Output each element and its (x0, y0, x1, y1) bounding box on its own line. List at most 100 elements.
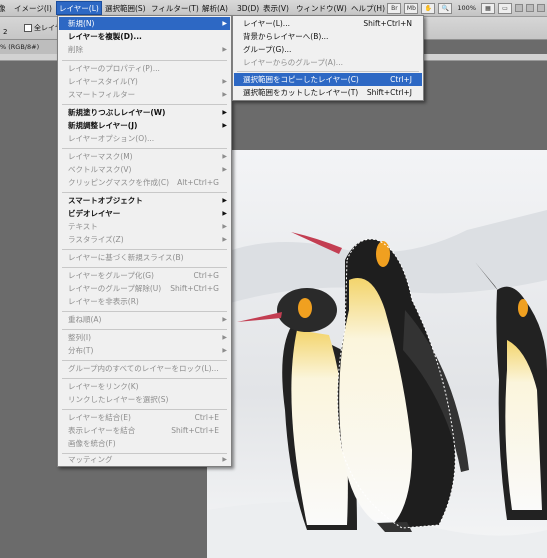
menu-item-delete[interactable]: 削除 ▶ (59, 43, 230, 56)
menu-item-merge-layers[interactable]: レイヤーを結合(E) Ctrl+E (59, 411, 230, 424)
menu-select[interactable]: 選択範囲(S) (105, 3, 146, 14)
submenu-arrow-icon: ▶ (222, 347, 227, 354)
submenu-arrow-icon: ▶ (222, 153, 227, 160)
menu-item-label: 重ね順(A) (68, 315, 102, 324)
menu-item-lock-all-layers-in-group[interactable]: グループ内のすべてのレイヤーをロック(L)... (59, 362, 230, 375)
menu-item-label: リンクしたレイヤーを選択(S) (68, 395, 169, 404)
menu-item-select-linked-layers[interactable]: リンクしたレイヤーを選択(S) (59, 393, 230, 406)
submenu-item-shortcut: Shift+Ctrl+N (363, 19, 412, 28)
zoom-level[interactable]: 100% (457, 4, 476, 12)
menu-item-vector-mask[interactable]: ベクトルマスク(V) ▶ (59, 163, 230, 176)
menu-item-merge-visible[interactable]: 表示レイヤーを結合 Shift+Ctrl+E (59, 424, 230, 437)
menu-item-new-adjustment-layer[interactable]: 新規調整レイヤー(J) ▶ (59, 119, 230, 132)
menu-separator (62, 311, 227, 312)
submenu-item-label: レイヤーからのグループ(A)... (243, 58, 343, 67)
menu-item-new-layer-based-slice[interactable]: レイヤーに基づく新規スライス(B) (59, 251, 230, 264)
minimize-button[interactable] (515, 4, 523, 12)
menu-layer[interactable]: レイヤー(L) (56, 1, 102, 15)
menu-item-layer-style[interactable]: レイヤースタイル(Y) ▶ (59, 75, 230, 88)
menu-item-label: 整列(I) (68, 333, 92, 342)
submenu-item-label: グループ(G)... (243, 45, 292, 54)
menu-item-new[interactable]: 新規(N) ▶ (59, 17, 230, 30)
menu-item-shortcut: Shift+Ctrl+G (170, 284, 219, 293)
menu-image-partial[interactable]: 像 (0, 3, 6, 14)
menu-item-shortcut: Shift+Ctrl+E (171, 426, 219, 435)
menu-item-label: レイヤーを非表示(R) (68, 297, 139, 306)
menu-item-label: ベクトルマスク(V) (68, 165, 132, 174)
menu-item-layer-mask[interactable]: レイヤーマスク(M) ▶ (59, 150, 230, 163)
menu-separator (62, 249, 227, 250)
menu-item-align[interactable]: 整列(I) ▶ (59, 331, 230, 344)
menu-item-group-layers[interactable]: レイヤーをグループ化(G) Ctrl+G (59, 269, 230, 282)
submenu-item-layer-from-background[interactable]: 背景からレイヤーへ(B)... (234, 30, 422, 43)
menu-separator (62, 267, 227, 268)
menu-item-video-layer[interactable]: ビデオレイヤー ▶ (59, 207, 230, 220)
layer-menu: 新規(N) ▶ レイヤーを複製(D)... 削除 ▶ レイヤーのプロパティ(P)..… (57, 15, 232, 467)
menu-view[interactable]: 表示(V) (263, 3, 289, 14)
menu-item-text[interactable]: テキスト ▶ (59, 220, 230, 233)
submenu-item-layer-via-cut[interactable]: 選択範囲をカットしたレイヤー(T) Shift+Ctrl+J (234, 86, 422, 99)
menu-item-label: 新規塗りつぶしレイヤー(W) (68, 108, 166, 117)
restore-button[interactable] (526, 4, 534, 12)
menu-item-label: 新規調整レイヤー(J) (68, 121, 138, 130)
menu-filter[interactable]: フィルター(T) (151, 3, 199, 14)
menu-item-link-layers[interactable]: レイヤーをリンク(K) (59, 380, 230, 393)
all-layers-checkbox[interactable] (24, 24, 32, 32)
submenu-item-label: 背景からレイヤーへ(B)... (243, 32, 329, 41)
close-button[interactable] (537, 4, 545, 12)
new-submenu: レイヤー(L)... Shift+Ctrl+N 背景からレイヤーへ(B)... グ… (232, 15, 424, 101)
menu-item-layer-properties[interactable]: レイヤーのプロパティ(P)... (59, 62, 230, 75)
submenu-item-layer[interactable]: レイヤー(L)... Shift+Ctrl+N (234, 17, 422, 30)
menu-item-label: 分布(T) (68, 346, 94, 355)
menu-analysis[interactable]: 解析(A) (202, 3, 228, 14)
menu-item-label: テキスト (68, 222, 98, 231)
menu-separator (62, 378, 227, 379)
submenu-item-label: 選択範囲をカットしたレイヤー(T) (243, 88, 359, 97)
menu-item-matting[interactable]: マッティング ▶ (59, 453, 230, 466)
menu-item-shortcut: Ctrl+G (193, 271, 219, 280)
menu-item-new-fill-layer[interactable]: 新規塗りつぶしレイヤー(W) ▶ (59, 106, 230, 119)
menu-item-label: 新規(N) (68, 19, 95, 28)
submenu-arrow-icon: ▶ (222, 236, 227, 243)
menu-item-label: レイヤーをグループ化(G) (68, 271, 154, 280)
menu-item-flatten-image[interactable]: 画像を統合(F) (59, 437, 230, 450)
submenu-arrow-icon: ▶ (222, 46, 227, 53)
submenu-item-layer-via-copy[interactable]: 選択範囲をコピーしたレイヤー(C) Ctrl+J (234, 73, 422, 86)
menu-item-hide-layers[interactable]: レイヤーを非表示(R) (59, 295, 230, 308)
submenu-item-shortcut: Shift+Ctrl+J (366, 88, 412, 97)
menu-item-label: レイヤーをリンク(K) (68, 382, 139, 391)
menu-help[interactable]: ヘルプ(H) (351, 3, 385, 14)
menu-item-ungroup-layers[interactable]: レイヤーのグループ解除(U) Shift+Ctrl+G (59, 282, 230, 295)
menu-separator (62, 409, 227, 410)
submenu-item-group-from-layers[interactable]: レイヤーからのグループ(A)... (234, 56, 422, 69)
menu-item-label: ビデオレイヤー (68, 209, 121, 218)
menu-item-label: 削除 (68, 45, 83, 54)
zoom-tool-icon[interactable]: 🔍 (438, 2, 453, 14)
menu-item-layer-options[interactable]: レイヤーオプション(O)... (59, 132, 230, 145)
menu-separator (62, 192, 227, 193)
bridge-icon[interactable]: Br (387, 2, 402, 14)
menu-3d[interactable]: 3D(D) (237, 3, 259, 14)
menu-item-smart-object[interactable]: スマートオブジェクト ▶ (59, 194, 230, 207)
menu-item-arrange[interactable]: 重ね順(A) ▶ (59, 313, 230, 326)
menu-window[interactable]: ウィンドウ(W) (296, 3, 347, 14)
menu-item-create-clipping-mask[interactable]: クリッピングマスクを作成(C) Alt+Ctrl+G (59, 176, 230, 189)
hand-tool-icon[interactable]: ✋ (421, 2, 436, 14)
menu-separator (62, 60, 227, 61)
menu-item-smart-filter[interactable]: スマートフィルター ▶ (59, 88, 230, 101)
arrange-documents-icon[interactable]: ▦ (481, 2, 495, 14)
screen-mode-icon[interactable]: ▭ (498, 2, 512, 14)
menu-item-distribute[interactable]: 分布(T) ▶ (59, 344, 230, 357)
submenu-item-group[interactable]: グループ(G)... (234, 43, 422, 56)
menu-item-duplicate-layer[interactable]: レイヤーを複製(D)... (59, 30, 230, 43)
tolerance-field[interactable]: 2 (3, 28, 7, 36)
menu-item-label: レイヤーオプション(O)... (68, 134, 155, 143)
submenu-arrow-icon: ▶ (222, 334, 227, 341)
menu-item-label: レイヤースタイル(Y) (68, 77, 138, 86)
menu-item-rasterize[interactable]: ラスタライズ(Z) ▶ (59, 233, 230, 246)
minibridge-icon[interactable]: Mb (404, 2, 419, 14)
menu-item-label: スマートフィルター (68, 90, 136, 99)
submenu-arrow-icon: ▶ (222, 316, 227, 323)
menu-image[interactable]: イメージ(I) (14, 3, 52, 14)
menu-item-label: グループ内のすべてのレイヤーをロック(L)... (68, 364, 219, 373)
